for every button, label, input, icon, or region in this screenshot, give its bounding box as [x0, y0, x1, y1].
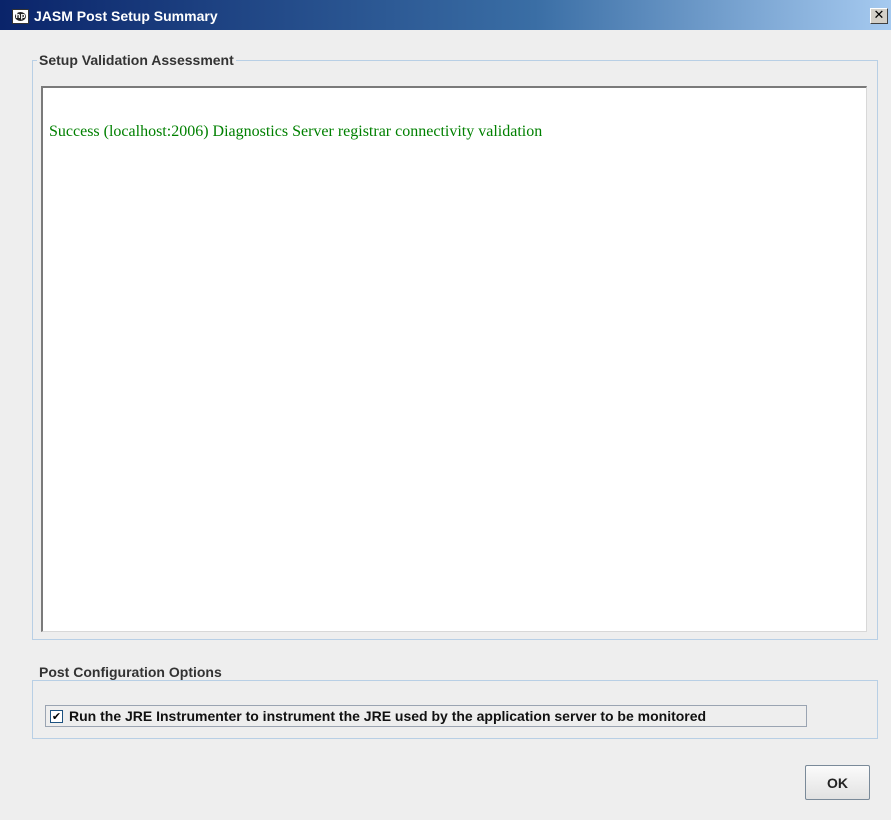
ok-button[interactable]: OK [805, 765, 870, 800]
dialog-window: hp JASM Post Setup Summary ✕ Setup Valid… [0, 0, 891, 820]
checkmark-icon: ✔ [51, 710, 62, 723]
window-title: JASM Post Setup Summary [34, 8, 218, 24]
hp-logo-icon: hp [12, 9, 29, 24]
validation-result-line: Success (localhost:2006) Diagnostics Ser… [49, 123, 543, 140]
close-icon: ✕ [873, 8, 885, 23]
instrument-jre-checkbox-row[interactable]: ✔ Run the JRE Instrumenter to instrument… [45, 705, 807, 727]
instrument-jre-label[interactable]: Run the JRE Instrumenter to instrument t… [69, 708, 706, 724]
validation-results-pane[interactable]: Success (localhost:2006) Diagnostics Ser… [41, 86, 867, 632]
title-bar[interactable]: hp JASM Post Setup Summary ✕ [0, 0, 891, 30]
validation-group-title: Setup Validation Assessment [37, 52, 236, 68]
close-button[interactable]: ✕ [870, 8, 888, 24]
post-config-options-title: Post Configuration Options [37, 664, 224, 680]
instrument-jre-checkbox[interactable]: ✔ [50, 710, 63, 723]
